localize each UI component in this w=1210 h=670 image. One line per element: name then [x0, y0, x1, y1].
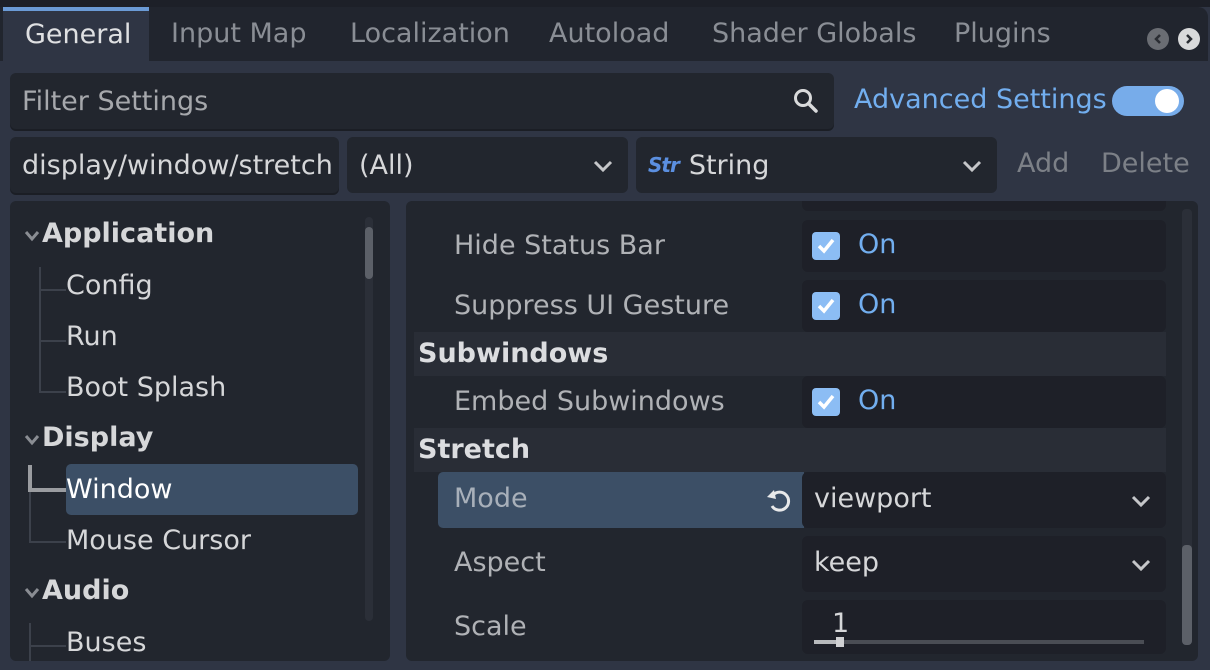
tab-plugins[interactable]: Plugins [932, 7, 1073, 61]
tab-localization[interactable]: Localization [328, 7, 532, 61]
filter-settings-input[interactable] [10, 73, 750, 129]
tree-item-boot-splash[interactable]: Boot Splash [66, 372, 226, 403]
search-icon[interactable] [792, 87, 820, 115]
property-value-suppress-ui-gesture[interactable]: On [802, 280, 1166, 332]
tree-guide-line [29, 492, 31, 542]
tree-category-audio[interactable]: Audio [42, 575, 129, 606]
property-value-embed-subwindows[interactable]: On [802, 376, 1166, 428]
chevron-down-icon [1131, 495, 1151, 508]
string-type-icon: Str [648, 153, 680, 177]
inspector-scrollbar-grabber[interactable] [1182, 545, 1192, 645]
collapse-arrow-icon[interactable] [24, 434, 40, 446]
delete-button[interactable]: Delete [1101, 148, 1190, 179]
property-value-hide-status-bar[interactable]: On [802, 220, 1166, 272]
collapse-arrow-icon[interactable] [24, 587, 40, 599]
checkbox-label: On [858, 385, 897, 416]
advanced-settings-toggle[interactable] [1112, 86, 1184, 116]
tree-guide-line [29, 645, 66, 647]
settings-category-tree: Application Config Run Boot Splash Displ… [10, 201, 390, 661]
checkbox[interactable] [812, 388, 840, 416]
settings-tab-bar: General Input Map Localization Autoload … [0, 7, 1208, 61]
tab-shader-globals[interactable]: Shader Globals [690, 7, 938, 61]
property-label-suppress-ui-gesture: Suppress UI Gesture [454, 290, 730, 321]
property-path-input[interactable] [10, 137, 339, 193]
tree-guide-line [39, 289, 66, 291]
section-header-stretch[interactable]: Stretch [414, 428, 1166, 472]
tree-item-run[interactable]: Run [66, 321, 118, 352]
stretch-scale-spinslider[interactable]: 1 [802, 600, 1166, 654]
checkmark-icon [817, 394, 835, 410]
chevron-down-icon [962, 160, 982, 173]
stretch-mode-dropdown[interactable]: viewport [802, 472, 1166, 528]
advanced-settings-label[interactable]: Advanced Settings [854, 84, 1107, 115]
tab-scroll-right-button[interactable] [1178, 28, 1200, 50]
tree-scrollbar-grabber[interactable] [365, 227, 373, 279]
dropdown-value: viewport [814, 483, 932, 514]
section-header-subwindows[interactable]: Subwindows [414, 332, 1166, 376]
tree-guide-line-active [28, 488, 66, 492]
tree-guide-line [39, 267, 41, 393]
tree-guide-line [39, 391, 66, 393]
collapse-arrow-icon[interactable] [24, 230, 40, 242]
revert-icon[interactable] [764, 485, 794, 515]
scale-slider-track[interactable] [814, 637, 1144, 647]
chevron-down-icon [1131, 559, 1151, 572]
scale-slider-grabber[interactable] [836, 637, 845, 647]
dropdown-value: keep [814, 547, 880, 578]
tree-item-config[interactable]: Config [66, 270, 153, 301]
chevron-right-icon [1186, 34, 1193, 44]
property-label-embed-subwindows: Embed Subwindows [454, 386, 725, 417]
checkbox-label: On [858, 289, 897, 320]
checkbox[interactable] [812, 292, 840, 320]
tree-item-window[interactable]: Window [66, 474, 172, 505]
chevron-down-icon [593, 160, 613, 173]
title-strip [0, 0, 1210, 7]
property-path-field [10, 137, 339, 193]
stretch-aspect-dropdown[interactable]: keep [802, 536, 1166, 592]
property-label-aspect: Aspect [454, 547, 546, 578]
tree-category-application[interactable]: Application [42, 218, 214, 249]
add-button[interactable]: Add [1017, 148, 1069, 179]
filter-settings-field [10, 73, 834, 129]
tree-guide-line [29, 541, 66, 543]
property-label-scale: Scale [454, 611, 527, 642]
tree-scrollbar[interactable] [365, 217, 373, 621]
type-value: String [688, 149, 770, 181]
tree-item-mouse-cursor[interactable]: Mouse Cursor [66, 525, 251, 556]
checkmark-icon [817, 298, 835, 314]
checkbox-label: On [858, 229, 897, 260]
tree-category-display[interactable]: Display [42, 422, 153, 453]
tree-guide-line [29, 623, 31, 661]
settings-inspector: Hide Status Bar On Suppress UI Gesture O… [406, 201, 1198, 661]
property-value-box-clipped [802, 201, 1166, 211]
tab-scroll-left-button[interactable] [1147, 28, 1169, 50]
tree-guide-line [39, 340, 66, 342]
property-label-mode: Mode [454, 483, 528, 514]
tab-general[interactable]: General [3, 7, 149, 61]
scale-value: 1 [832, 608, 850, 639]
feature-tag-value: (All) [359, 149, 414, 181]
tab-autoload[interactable]: Autoload [527, 7, 691, 61]
tree-item-buses[interactable]: Buses [66, 627, 146, 658]
inspector-scrollbar[interactable] [1182, 209, 1192, 645]
property-label-hide-status-bar: Hide Status Bar [454, 230, 665, 261]
checkmark-icon [817, 238, 835, 254]
tab-input-map[interactable]: Input Map [149, 7, 328, 61]
type-dropdown[interactable]: Str String [636, 137, 997, 193]
checkbox[interactable] [812, 232, 840, 260]
feature-tag-dropdown[interactable]: (All) [347, 137, 628, 193]
chevron-left-icon [1154, 34, 1161, 44]
